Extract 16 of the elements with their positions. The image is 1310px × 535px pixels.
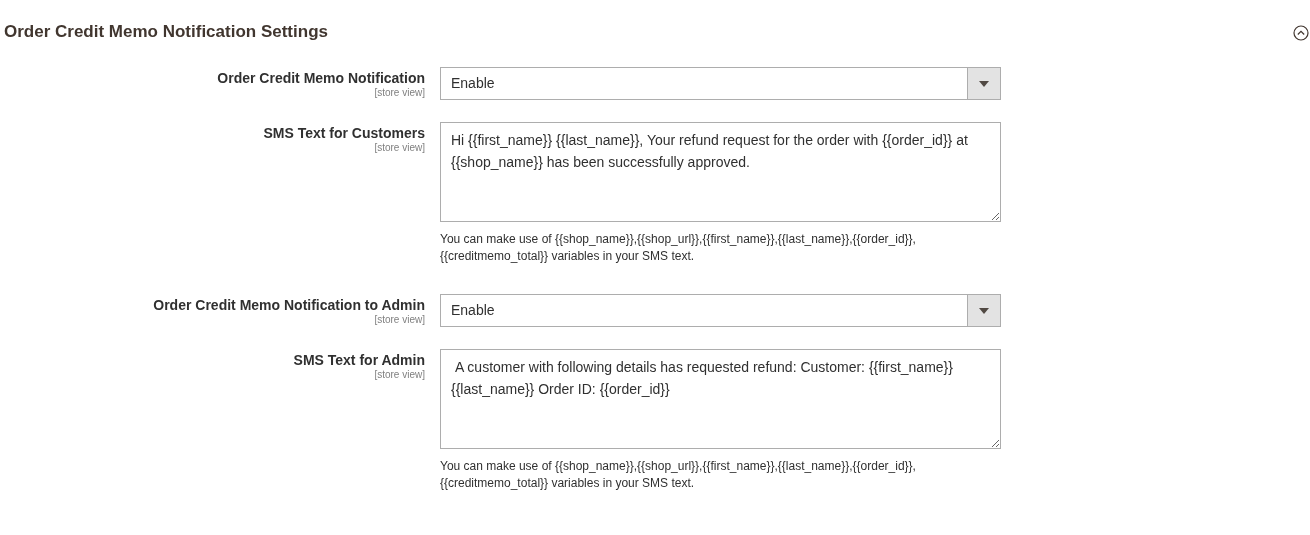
collapse-toggle-icon[interactable] <box>1293 25 1309 41</box>
dropdown[interactable]: Enable <box>440 294 1001 327</box>
dropdown[interactable]: Enable <box>440 67 1001 100</box>
section-title: Order Credit Memo Notification Settings <box>4 21 328 44</box>
hint-text: You can make use of {{shop_name}},{{shop_url}},{{first_name}},{{last_name}},{{order_id}}, {{creditmemo_total}} variables in your SMS text. <box>440 231 917 265</box>
sms-text-field[interactable]: A customer with following details has requested refund: Customer: {{first_name}} {{last_name}} Order ID: {{order_id}} <box>440 349 1001 449</box>
field-label: SMS Text for Admin <box>293 351 425 369</box>
scope-label: [store view] <box>374 87 425 99</box>
field-label: SMS Text for Customers <box>263 124 425 142</box>
field-label: Order Credit Memo Notification <box>217 69 425 87</box>
field-label: Order Credit Memo Notification to Admin <box>153 296 425 314</box>
scope-label: [store view] <box>374 142 425 154</box>
scope-label: [store view] <box>374 314 425 326</box>
scope-label: [store view] <box>374 369 425 381</box>
sms-text-field[interactable]: Hi {{first_name}} {{last_name}}, Your refund request for the order with {{order_id}} at {{shop_name}} has been successfully approved. <box>440 122 1001 222</box>
hint-text: You can make use of {{shop_name}},{{shop_url}},{{first_name}},{{last_name}},{{order_id}}, {{creditmemo_total}} variables in your SMS text. <box>440 458 917 492</box>
